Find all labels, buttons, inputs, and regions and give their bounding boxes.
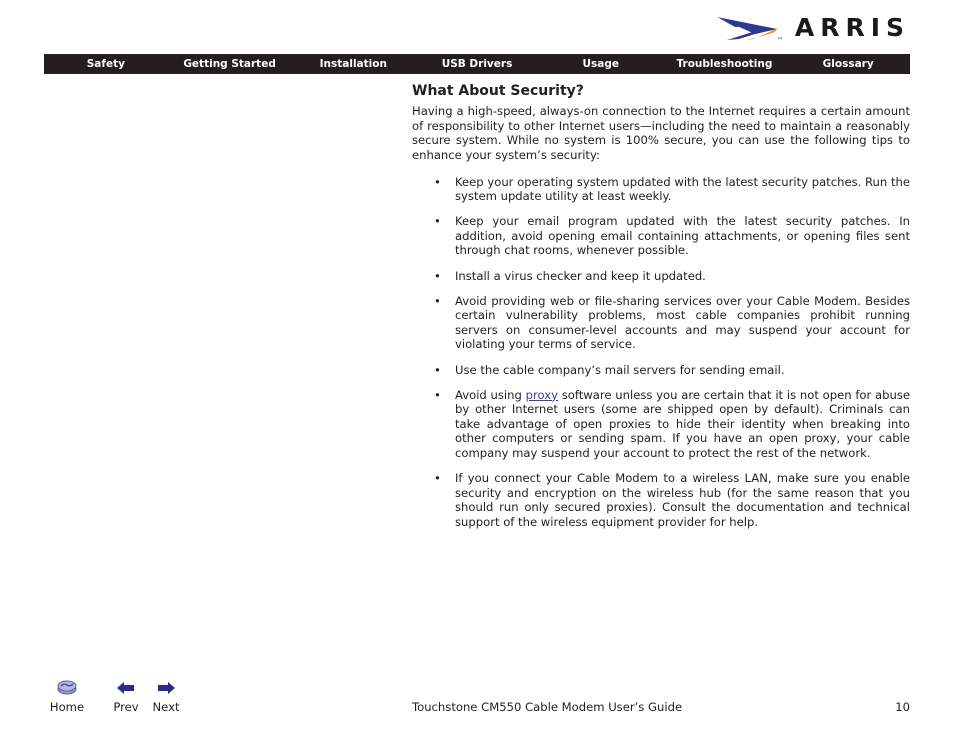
home-button-label: Home [49, 700, 85, 714]
list-item: • Keep your operating system updated wit… [412, 175, 910, 204]
svg-text:™: ™ [777, 37, 783, 44]
intro-paragraph: Having a high-speed, always-on connectio… [412, 104, 910, 162]
nav-item-safety[interactable]: Safety [44, 54, 168, 74]
bullet-icon: • [434, 174, 441, 189]
arris-logo: ™ ARRIS [715, 8, 910, 48]
footer-info: Touchstone CM550 Cable Modem User’s Guid… [412, 700, 910, 714]
nav-item-usage[interactable]: Usage [539, 54, 663, 74]
list-item-text: Keep your email program updated with the… [455, 214, 910, 258]
list-item-text-before: Avoid using [455, 387, 526, 402]
page-title: What About Security? [412, 83, 584, 99]
nav-item-troubleshooting[interactable]: Troubleshooting [663, 54, 787, 74]
footer-navigation: Home Prev Next [44, 677, 185, 714]
arris-wordmark: ARRIS [794, 12, 910, 42]
main-content: What About Security? Having a high-speed… [412, 82, 910, 529]
proxy-glossary-link[interactable]: proxy [526, 388, 558, 402]
prev-button[interactable]: Prev [106, 677, 146, 714]
bullet-icon: • [434, 214, 441, 229]
list-item-text: Avoid using proxy software unless you ar… [455, 388, 910, 460]
document-title: Touchstone CM550 Cable Modem User’s Guid… [412, 700, 683, 714]
bullet-icon: • [434, 268, 441, 283]
home-disc-icon [56, 677, 78, 699]
arris-swoosh-logo-icon: ™ [715, 11, 793, 45]
nav-item-getting-started[interactable]: Getting Started [168, 54, 292, 74]
list-item-text: Keep your operating system updated with … [455, 174, 910, 204]
bullet-icon: • [434, 471, 441, 486]
nav-item-glossary[interactable]: Glossary [786, 54, 910, 74]
list-item: • Keep your email program updated with t… [412, 214, 910, 258]
next-button[interactable]: Next [147, 677, 185, 714]
list-item: • Use the cable company’s mail servers f… [412, 363, 910, 378]
prev-button-label: Prev [113, 700, 139, 714]
nav-item-installation[interactable]: Installation [291, 54, 415, 74]
page-number: 10 [895, 700, 910, 714]
list-item-text: If you connect your Cable Modem to a wir… [455, 471, 910, 529]
list-item-text: Install a virus checker and keep it upda… [455, 268, 706, 283]
list-item: • Avoid using proxy software unless you … [412, 388, 910, 461]
bullet-icon: • [434, 293, 441, 308]
home-button[interactable]: Home [44, 677, 90, 714]
arrow-right-icon [156, 677, 176, 699]
next-button-label: Next [152, 700, 180, 714]
security-tips-list: • Keep your operating system updated wit… [412, 175, 910, 530]
list-item-text: Avoid providing web or file-sharing serv… [455, 293, 910, 352]
arrow-left-icon [116, 677, 136, 699]
main-navigation-bar: Safety Getting Started Installation USB … [44, 54, 910, 74]
list-item-text: Use the cable company’s mail servers for… [455, 362, 785, 377]
list-item: • Avoid providing web or file-sharing se… [412, 294, 910, 352]
bullet-icon: • [434, 362, 441, 377]
bullet-icon: • [434, 387, 441, 402]
nav-item-usb-drivers[interactable]: USB Drivers [415, 54, 539, 74]
list-item: • Install a virus checker and keep it up… [412, 269, 910, 284]
list-item: • If you connect your Cable Modem to a w… [412, 471, 910, 529]
